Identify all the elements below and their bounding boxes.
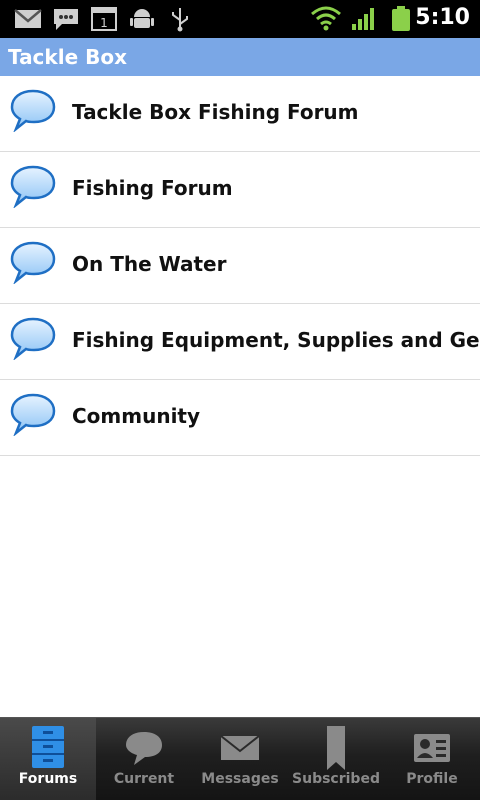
signal-icon — [352, 8, 374, 30]
speech-bubble-icon — [10, 89, 56, 132]
forum-label: Tackle Box Fishing Forum — [72, 100, 359, 124]
gmail-icon — [14, 9, 42, 28]
calendar-icon: 1 — [91, 7, 117, 31]
forum-item[interactable]: Tackle Box Fishing Forum — [0, 76, 480, 152]
forum-item[interactable]: Fishing Forum — [0, 152, 480, 228]
tab-label: Subscribed — [292, 771, 380, 787]
tab-forums[interactable]: Forums — [0, 718, 96, 800]
forum-list: Tackle Box Fishing Forum Fishing Forum O… — [0, 76, 480, 456]
forum-label: Community — [72, 404, 201, 428]
android-debug-icon — [130, 9, 154, 28]
messages-envelope-icon — [220, 735, 260, 760]
forum-label: Fishing Equipment, Supplies and Gear — [72, 328, 480, 352]
forum-item[interactable]: Community — [0, 380, 480, 456]
svg-text:1: 1 — [100, 16, 108, 30]
speech-bubble-icon — [10, 241, 56, 284]
tab-profile[interactable]: Profile — [384, 718, 480, 800]
usb-icon — [172, 8, 188, 32]
bottom-tab-bar: Forums Current Messages Subscribed Profi… — [0, 717, 480, 800]
speech-bubble-icon — [10, 317, 56, 360]
status-time: 5:10 — [415, 5, 470, 30]
speech-bubble-icon — [10, 165, 56, 208]
forum-label: On The Water — [72, 252, 227, 276]
speech-bubble-icon — [10, 393, 56, 436]
page-title: Tackle Box — [8, 45, 127, 69]
battery-icon — [392, 6, 410, 31]
tab-label: Messages — [201, 771, 279, 787]
wifi-icon — [311, 6, 341, 31]
tab-label: Profile — [406, 771, 458, 787]
tab-messages[interactable]: Messages — [192, 718, 288, 800]
status-bar: 1 5:10 — [0, 0, 480, 38]
forums-cabinet-icon — [32, 726, 64, 768]
subscribed-bookmark-icon — [327, 726, 345, 770]
title-bar: Tackle Box — [0, 38, 480, 76]
forum-item[interactable]: Fishing Equipment, Supplies and Gear — [0, 304, 480, 380]
tab-label: Current — [113, 771, 175, 787]
tab-subscribed[interactable]: Subscribed — [288, 718, 384, 800]
tab-current[interactable]: Current — [96, 718, 192, 800]
sms-icon — [54, 9, 78, 30]
forum-label: Fishing Forum — [72, 176, 233, 200]
current-bubble-icon — [126, 732, 162, 765]
forum-item[interactable]: On The Water — [0, 228, 480, 304]
tab-label: Forums — [18, 771, 78, 787]
profile-card-icon — [414, 734, 450, 762]
